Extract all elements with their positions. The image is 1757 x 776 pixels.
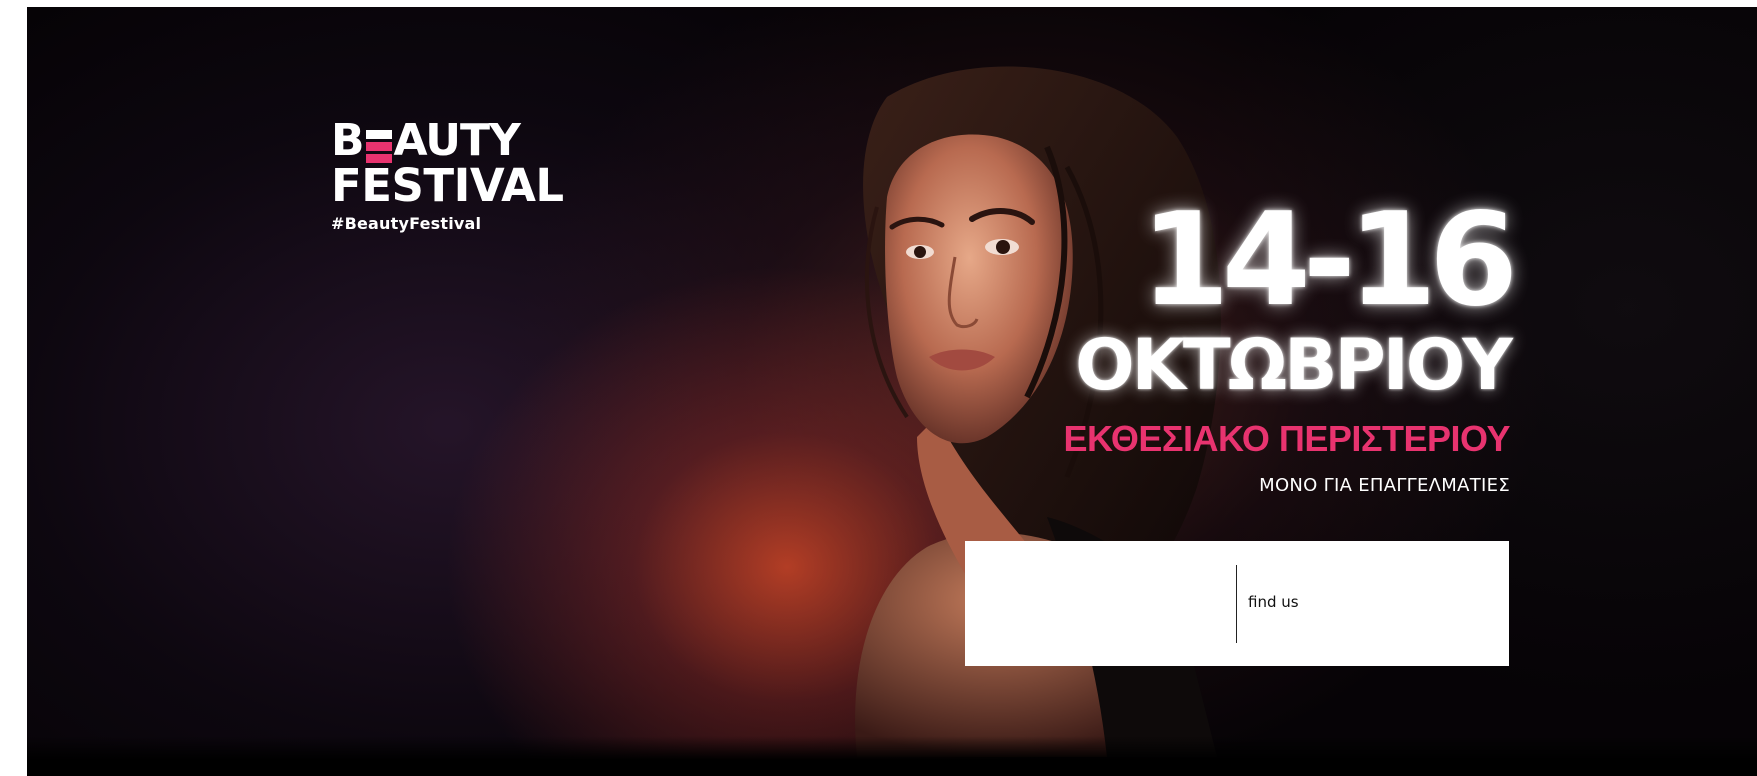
event-venue: ΕΚΘΕΣΙΑΚΟ ΠΕΡΙΣΤΕΡΙΟΥ xyxy=(1063,418,1511,459)
page: B AUTY FESTIVAL #BeautyFestival 14-16 ΟΚ… xyxy=(0,0,1757,776)
event-dates: 14-16 xyxy=(1140,186,1518,335)
find-us-link[interactable]: find us xyxy=(1248,593,1299,611)
box-divider xyxy=(1236,565,1237,643)
beauty-festival-logo[interactable]: B AUTY FESTIVAL #BeautyFestival xyxy=(331,115,564,233)
event-audience: ΜΟΝΟ ΓΙΑ ΕΠΑΓΓΕΛΜΑΤΙΕΣ xyxy=(1259,475,1510,496)
find-us-box: find us xyxy=(965,541,1509,666)
logo-letter-b: B xyxy=(331,115,365,166)
logo-line-1: B AUTY xyxy=(331,115,564,166)
logo-letters-auty: AUTY xyxy=(393,115,521,166)
event-month: ΟΚΤΩΒΡΙΟΥ xyxy=(1075,324,1513,406)
logo-e-bars-icon xyxy=(365,130,392,163)
logo-hashtag: #BeautyFestival xyxy=(331,214,482,233)
hero-banner: B AUTY FESTIVAL #BeautyFestival 14-16 ΟΚ… xyxy=(27,7,1757,776)
logo-line-2: FESTIVAL xyxy=(331,159,564,212)
bottom-shade xyxy=(27,736,1757,776)
